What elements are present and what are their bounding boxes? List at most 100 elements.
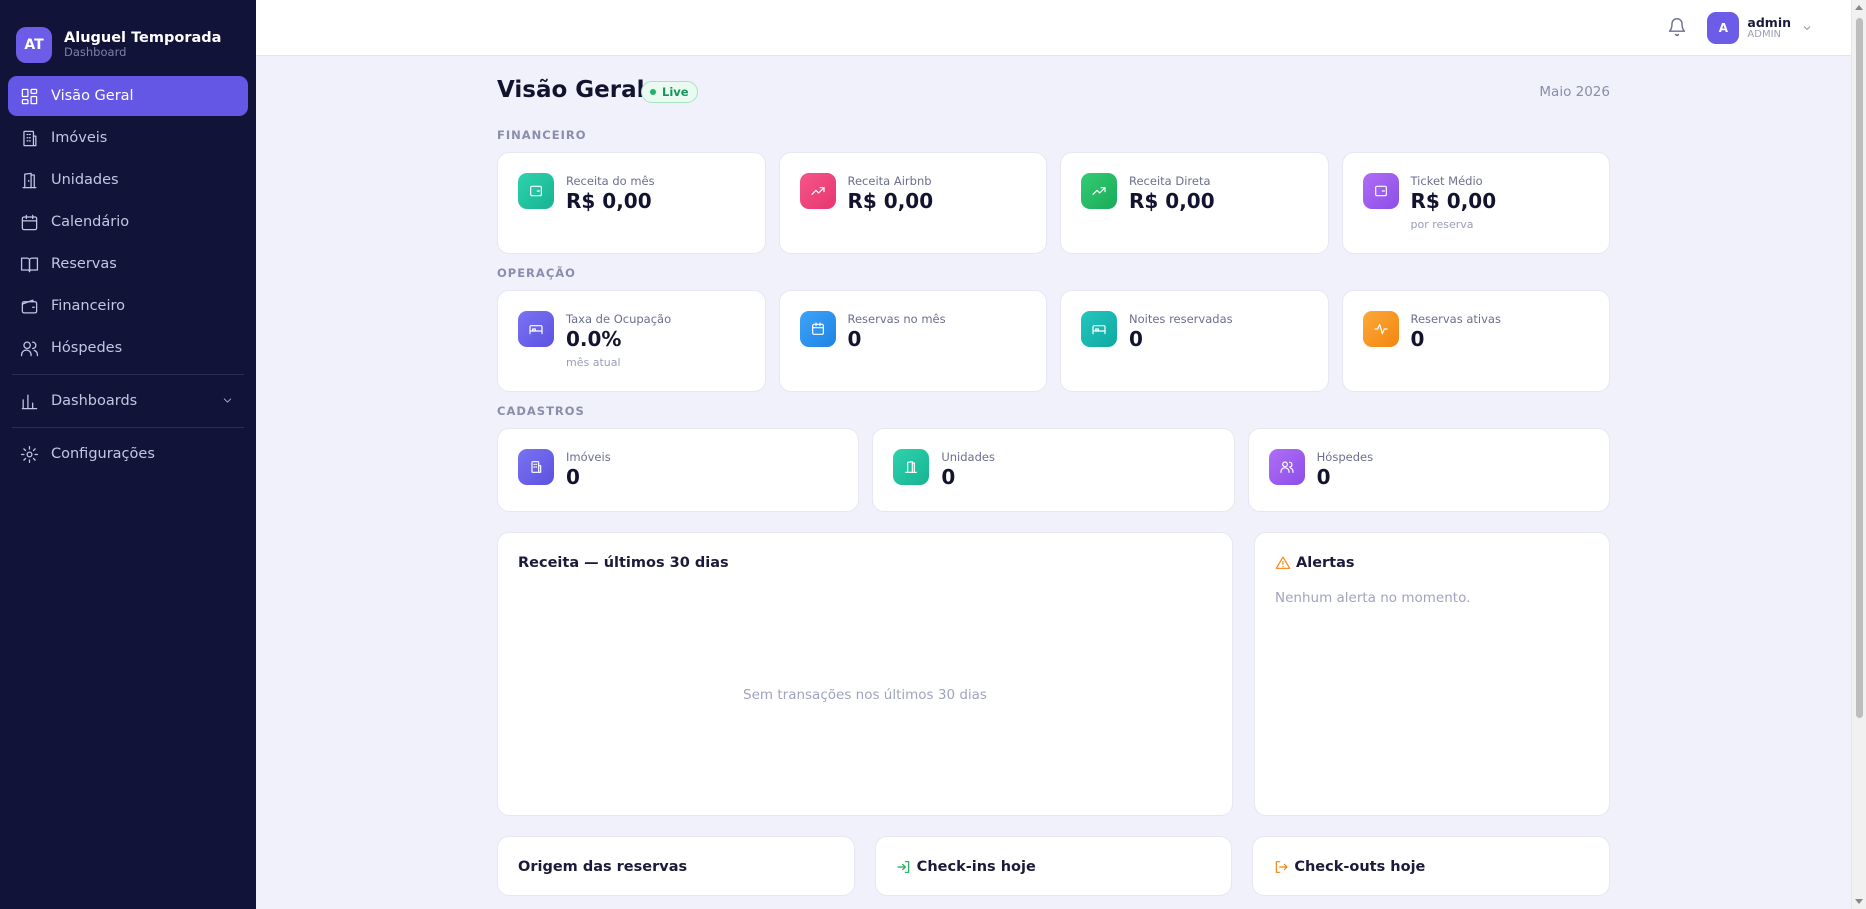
building-icon [23, 130, 37, 146]
bell-icon [1668, 18, 1686, 37]
operacao-cards: Taxa de Ocupação 0.0% mês atual Reservas… [497, 290, 1610, 392]
stat-label: Unidades [941, 450, 995, 464]
page-header: Visão Geral Live Maio 2026 [497, 56, 1610, 116]
stat-value: 0 [566, 465, 580, 489]
chevron-down-icon [223, 398, 232, 403]
stat-value: 0 [847, 327, 862, 351]
user-role: ADMIN [1747, 29, 1782, 41]
stat-value: R$ 0,00 [1129, 189, 1215, 213]
sidebar-item-label: Imóveis [51, 130, 108, 146]
users-icon [20, 341, 39, 356]
sidebar-item-configuracoes[interactable]: Configurações [8, 434, 248, 474]
section-label-operacao: OPERAÇÃO [497, 266, 576, 280]
sidebar-item-visao-geral[interactable]: Visão Geral [8, 76, 248, 116]
login-icon [897, 861, 909, 873]
stat-value: R$ 0,00 [1410, 189, 1497, 213]
book-icon [20, 257, 39, 272]
checkins-panel: Check-ins hoje [874, 836, 1233, 896]
panel-title: Check-ins hoje [916, 859, 1036, 875]
stat-card-unidades[interactable]: Unidades 0 [872, 428, 1235, 512]
topbar: A admin ADMIN [256, 0, 1851, 56]
users-icon [1268, 449, 1305, 485]
user-menu[interactable]: A admin ADMIN [1707, 12, 1813, 44]
sidebar-item-label: Visão Geral [51, 88, 134, 104]
panel-title-wrap: Alertas [1275, 555, 1355, 571]
sidebar-item-label: Unidades [51, 172, 119, 188]
section-label-cadastros: CADASTROS [497, 404, 585, 418]
calendar-icon [21, 214, 38, 230]
live-dot [650, 89, 656, 95]
stat-card-receita-airbnb: Receita Airbnb R$ 0,00 [778, 152, 1047, 254]
scroll-up-arrow[interactable] [1855, 5, 1863, 10]
main-content: Visão Geral Live Maio 2026 FINANCEIRO Re… [497, 56, 1611, 896]
user-name: admin [1747, 14, 1791, 30]
status-badge: Live [641, 81, 698, 103]
chevron-down-icon [1803, 26, 1811, 31]
brand-subtitle: Dashboard [64, 45, 127, 60]
stat-value: 0 [1129, 327, 1143, 351]
checkouts-panel: Check-outs hoje [1252, 836, 1611, 896]
scroll-thumb[interactable] [1856, 18, 1863, 718]
stat-label: Reservas ativas [1410, 312, 1501, 326]
sidebar-item-financeiro[interactable]: Financeiro [8, 286, 248, 326]
scrollbar[interactable] [1851, 0, 1866, 909]
stat-card-ticket-medio: Ticket Médio R$ 0,00 por reserva [1341, 152, 1610, 254]
stat-label: Ticket Médio [1410, 174, 1483, 188]
panel-title: Receita — últimos 30 dias [518, 555, 729, 571]
wallet-icon [21, 299, 38, 313]
brand[interactable]: AT Aluguel Temporada Dashboard [0, 0, 256, 70]
bar-chart-icon [21, 394, 38, 409]
door-icon [893, 449, 930, 485]
sidebar: AT Aluguel Temporada Dashboard Visão Ger… [0, 0, 256, 909]
panels-row: Receita — últimos 30 dias Sem transações… [497, 532, 1610, 816]
stat-card-hospedes[interactable]: Hóspedes 0 [1247, 428, 1610, 512]
stat-card-reservas-mes: Reservas no mês 0 [778, 290, 1047, 392]
sidebar-item-reservas[interactable]: Reservas [8, 244, 248, 284]
stat-card-imoveis[interactable]: Imóveis 0 [497, 428, 860, 512]
sidebar-item-label: Configurações [51, 446, 155, 462]
panel-title-wrap: Check-ins hoje [896, 859, 1036, 875]
sidebar-item-calendario[interactable]: Calendário [8, 202, 248, 242]
wallet-icon [1362, 173, 1399, 209]
door-icon [22, 172, 37, 188]
sidebar-item-dashboards[interactable]: Dashboards [8, 381, 248, 421]
stat-value: 0.0% [566, 327, 622, 351]
bed-icon [518, 311, 554, 347]
brand-logo: AT [16, 26, 52, 63]
avatar: A [1707, 12, 1740, 44]
stat-sub: mês atual [566, 356, 621, 369]
divider [12, 427, 244, 428]
bottom-panels: Origem das reservas Check-ins hoje Check… [497, 836, 1611, 896]
stat-sub: por reserva [1410, 218, 1474, 231]
notifications-button[interactable] [1667, 17, 1689, 39]
stat-label: Imóveis [566, 450, 611, 464]
stat-value: 0 [1316, 465, 1331, 489]
receita-panel: Receita — últimos 30 dias Sem transações… [497, 532, 1233, 816]
empty-state: Nenhum alerta no momento. [1275, 590, 1471, 606]
sidebar-item-label: Dashboards [51, 393, 138, 409]
wallet-icon [518, 173, 554, 209]
panel-title-wrap: Check-outs hoje [1273, 859, 1425, 875]
stat-label: Receita Direta [1129, 174, 1211, 188]
sidebar-item-hospedes[interactable]: Hóspedes [8, 328, 248, 368]
scroll-down-arrow[interactable] [1855, 899, 1863, 904]
stat-value: 0 [941, 465, 956, 489]
stat-card-reservas-ativas: Reservas ativas 0 [1341, 290, 1610, 392]
sidebar-item-imoveis[interactable]: Imóveis [8, 118, 248, 158]
activity-icon [1362, 311, 1399, 347]
status-badge-label: Live [662, 85, 689, 99]
gear-icon [20, 445, 39, 463]
sidebar-item-unidades[interactable]: Unidades [8, 160, 248, 200]
sidebar-item-label: Financeiro [51, 298, 126, 314]
brand-title: Aluguel Temporada [64, 29, 222, 46]
warning-icon [1275, 556, 1291, 569]
cadastros-cards: Imóveis 0 Unidades 0 Hóspedes 0 [497, 428, 1610, 512]
divider [12, 374, 244, 375]
panel-title: Alertas [1296, 555, 1355, 571]
origem-panel: Origem das reservas [497, 836, 855, 896]
section-label-financeiro: FINANCEIRO [497, 128, 587, 142]
empty-state: Sem transações nos últimos 30 dias [743, 687, 987, 703]
stat-label: Receita do mês [566, 174, 655, 188]
trending-up-icon [1081, 173, 1117, 209]
current-month: Maio 2026 [1539, 84, 1610, 100]
